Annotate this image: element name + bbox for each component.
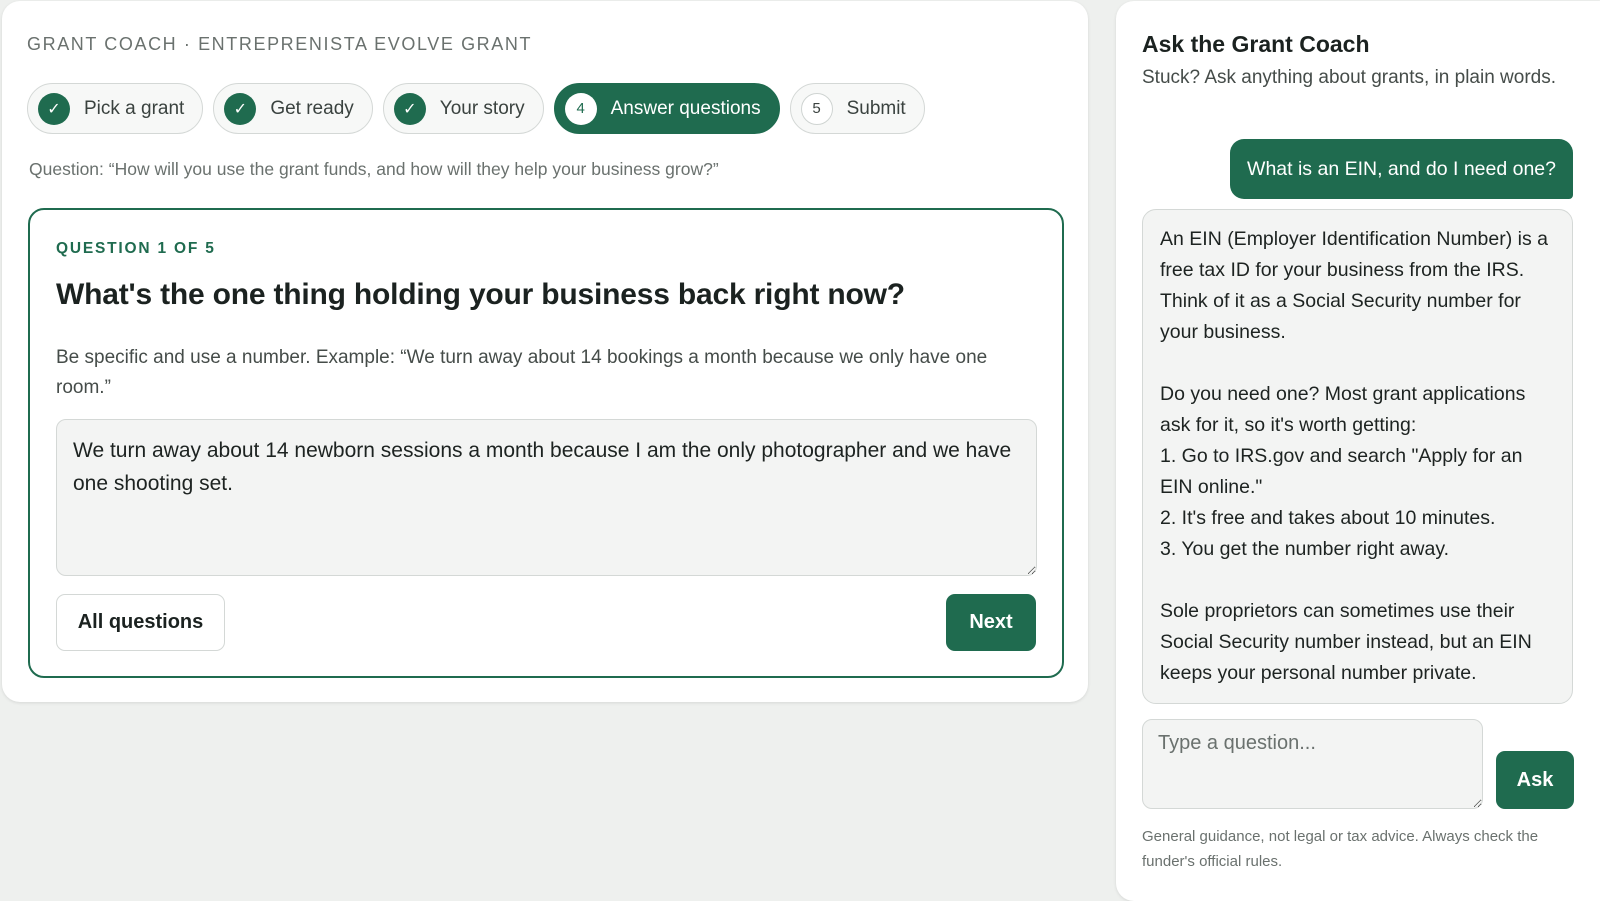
step-number-badge: 5 [800, 92, 833, 125]
reply-step: 2. It's free and takes about 10 minutes. [1160, 507, 1496, 529]
reply-step: 1. Go to IRS.gov and search "Apply for a… [1160, 445, 1523, 498]
question-input[interactable] [1142, 719, 1483, 809]
step-your-story[interactable]: ✓ Your story [382, 83, 544, 134]
check-icon: ✓ [38, 92, 70, 125]
reply-paragraph: An EIN (Employer Identification Number) … [1160, 228, 1548, 343]
step-label: Answer questions [610, 97, 761, 119]
step-label: Pick a grant [84, 97, 185, 119]
reply-step: 3. You get the number right away. [1160, 538, 1450, 560]
step-label: Your story [439, 97, 525, 119]
grant-question-reference: Question: “How will you use the grant fu… [29, 159, 719, 179]
step-label: Get ready [270, 97, 354, 119]
reply-paragraph: Do you need one? Most grant applications… [1160, 379, 1555, 441]
question-title: What's the one thing holding your busine… [56, 278, 905, 311]
reply-list-intro: Do you need one? Most grant applications… [1160, 383, 1526, 436]
question-card: QUESTION 1 OF 5 What's the one thing hol… [28, 208, 1064, 678]
grant-wizard-panel: GRANT COACH · ENTREPRENISTA EVOLVE GRANT… [2, 1, 1088, 702]
grant-coach-panel: Ask the Grant Coach Stuck? Ask anything … [1116, 1, 1600, 901]
step-pick-a-grant[interactable]: ✓ Pick a grant [27, 83, 204, 134]
question-hint: Be specific and use a number. Example: “… [56, 347, 988, 398]
user-message-bubble: What is an EIN, and do I need one? [1230, 139, 1573, 199]
all-questions-button[interactable]: All questions [56, 594, 225, 651]
coach-reply-bubble: An EIN (Employer Identification Number) … [1142, 209, 1573, 704]
question-counter: QUESTION 1 OF 5 [56, 240, 216, 257]
step-get-ready[interactable]: ✓ Get ready [213, 83, 373, 134]
page-eyebrow: GRANT COACH · ENTREPRENISTA EVOLVE GRANT [27, 34, 533, 54]
next-button[interactable]: Next [946, 594, 1036, 651]
ask-button[interactable]: Ask [1496, 751, 1574, 809]
coach-title: Ask the Grant Coach [1142, 31, 1370, 57]
step-number-badge: 4 [564, 92, 597, 125]
step-answer-questions[interactable]: 4 Answer questions [553, 83, 780, 134]
step-label: Submit [846, 97, 906, 119]
check-icon: ✓ [224, 92, 257, 125]
answer-textarea[interactable]: We turn away about 14 newborn sessions a… [56, 419, 1037, 576]
check-icon: ✓ [393, 92, 426, 125]
progress-stepper: ✓ Pick a grant ✓ Get ready ✓ Your story … [27, 83, 925, 134]
reply-paragraph: Sole proprietors can sometimes use their… [1160, 600, 1532, 684]
reply-steps-list: 1. Go to IRS.gov and search "Apply for a… [1160, 441, 1555, 565]
disclaimer-text: General guidance, not legal or tax advic… [1142, 828, 1539, 870]
step-submit[interactable]: 5 Submit [789, 83, 925, 134]
coach-subtitle: Stuck? Ask anything about grants, in pla… [1142, 67, 1557, 88]
